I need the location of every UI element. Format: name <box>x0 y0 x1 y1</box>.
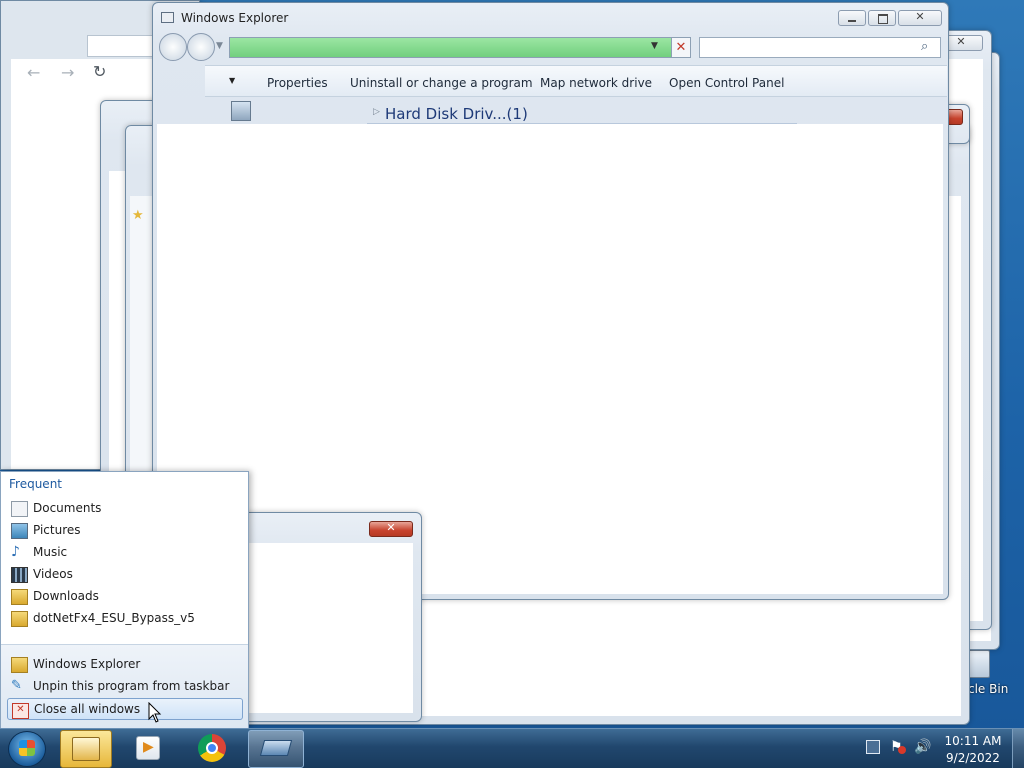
section-expand-icon[interactable]: ▷ <box>373 107 380 117</box>
minimize-button[interactable] <box>838 10 866 26</box>
address-bar[interactable] <box>229 37 691 58</box>
close-button[interactable] <box>369 521 413 537</box>
unpin-icon: ✎ <box>11 678 22 693</box>
clock-time[interactable]: 10:11 AM <box>940 734 1006 748</box>
organize-dropdown-icon[interactable]: ▼ <box>229 76 235 85</box>
clock-date[interactable]: 9/2/2022 <box>940 751 1006 765</box>
jumplist-close-all-windows[interactable]: ✕ Close all windows <box>7 698 243 720</box>
taskbar-jumplist: Frequent Documents Pictures ♪ Music Video… <box>0 471 249 728</box>
network-icon[interactable] <box>866 740 880 754</box>
computer-icon <box>231 101 251 121</box>
close-button[interactable] <box>898 10 942 26</box>
jumplist-item-dotnetfx[interactable]: dotNetFx4_ESU_Bypass_v5 <box>7 607 243 629</box>
explorer-folder-icon <box>72 737 100 761</box>
action-center-error-icon <box>898 746 906 754</box>
window-icon <box>161 12 174 23</box>
jumplist-item-music[interactable]: ♪ Music <box>7 541 243 563</box>
jumplist-item-downloads[interactable]: Downloads <box>7 585 243 607</box>
videos-icon <box>11 567 28 583</box>
document-icon <box>11 501 28 517</box>
properties-button[interactable]: Properties <box>267 76 328 90</box>
folder-icon <box>11 611 28 627</box>
search-icon[interactable]: ⌕ <box>921 39 928 54</box>
search-input[interactable] <box>699 37 941 58</box>
windows-explorer-window[interactable]: Windows Explorer ▼ ▼ ✕ ⌕ ▼ Properties Un… <box>152 2 949 600</box>
jumplist-windows-explorer[interactable]: Windows Explorer <box>7 653 243 675</box>
chrome-center-icon <box>206 742 218 754</box>
jumplist-unpin[interactable]: ✎ Unpin this program from taskbar <box>7 675 243 697</box>
mouse-cursor-icon <box>148 702 162 723</box>
recycle-bin-label: cle Bin <box>968 682 1009 696</box>
reload-icon[interactable]: ↻ <box>93 62 106 81</box>
explorer-icon <box>11 657 28 673</box>
volume-icon[interactable]: 🔊 <box>914 739 931 755</box>
recycle-bin-icon[interactable] <box>968 650 990 678</box>
maximize-button[interactable] <box>868 10 896 26</box>
forward-button[interactable] <box>187 33 215 61</box>
frequent-header: Frequent <box>9 477 62 491</box>
jumplist-item-pictures[interactable]: Pictures <box>7 519 243 541</box>
chevron-down-icon[interactable]: ▼ <box>216 41 223 51</box>
address-dropdown-icon[interactable]: ▼ <box>651 41 658 51</box>
window-title: Windows Explorer <box>181 11 289 25</box>
music-icon: ♪ <box>11 544 20 560</box>
windows-logo-icon <box>19 740 35 756</box>
jumplist-item-documents[interactable]: Documents <box>7 497 243 519</box>
back-arrow-icon[interactable]: ← <box>27 63 40 82</box>
open-control-panel-button[interactable]: Open Control Panel <box>669 76 784 90</box>
hard-disk-section-header[interactable]: Hard Disk Driv...(1) <box>385 105 528 123</box>
favorites-star-icon[interactable]: ★ <box>132 208 144 223</box>
stop-icon[interactable]: ✕ <box>671 37 691 58</box>
jumplist-item-videos[interactable]: Videos <box>7 563 243 585</box>
app-window-icon <box>259 740 293 756</box>
small-dialog-window[interactable] <box>232 512 422 722</box>
folder-icon <box>11 589 28 605</box>
pictures-icon <box>11 523 28 539</box>
map-network-drive-button[interactable]: Map network drive <box>540 76 652 90</box>
uninstall-program-button[interactable]: Uninstall or change a program <box>350 76 533 90</box>
back-button[interactable] <box>159 33 187 61</box>
media-play-icon: ▶ <box>143 739 154 755</box>
show-desktop-button[interactable] <box>1012 729 1024 768</box>
close-windows-icon: ✕ <box>12 703 29 719</box>
forward-arrow-icon[interactable]: → <box>61 63 74 82</box>
